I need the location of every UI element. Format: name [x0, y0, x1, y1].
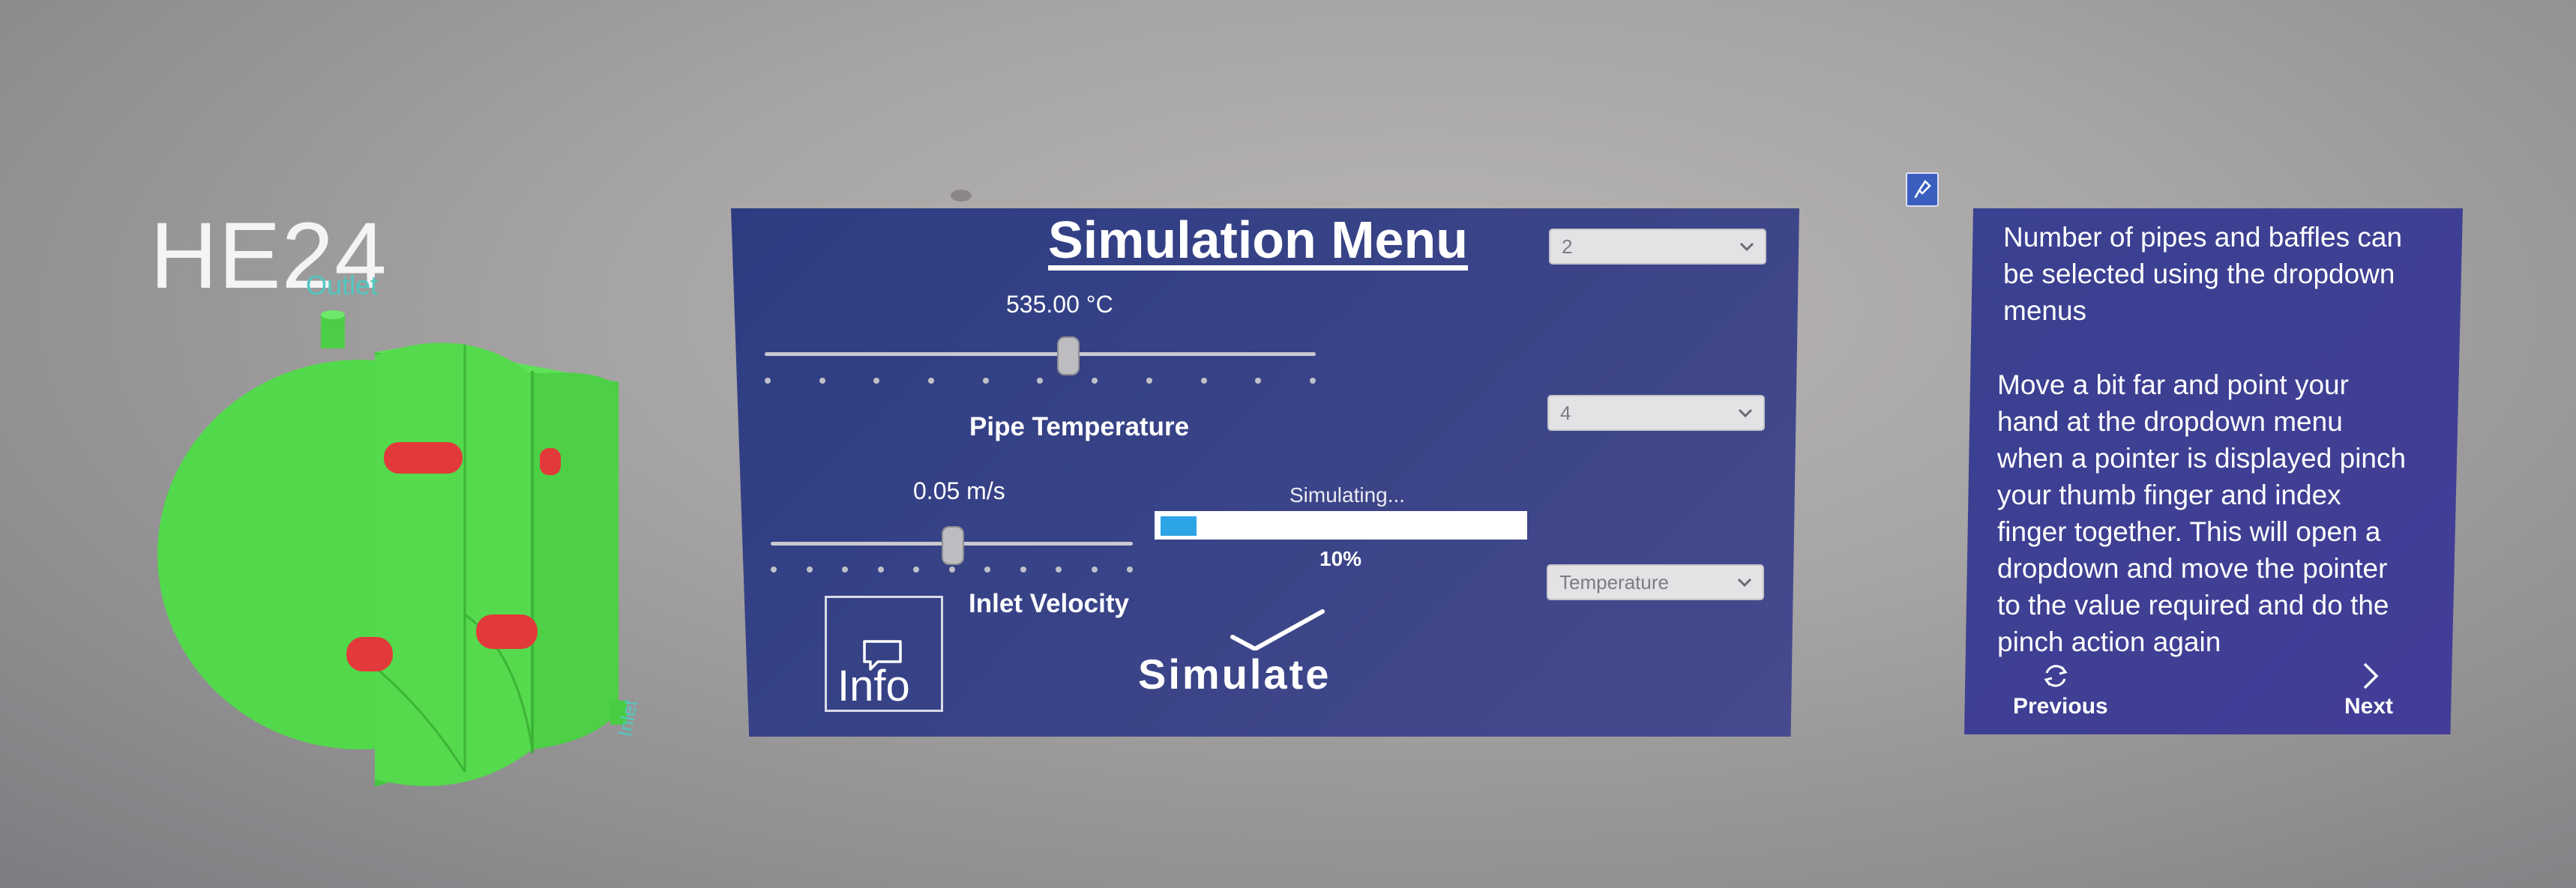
baffles-dropdown[interactable]: 4 [1547, 395, 1765, 431]
chevron-right-icon [2363, 662, 2379, 689]
chevron-down-icon [1738, 408, 1753, 418]
chevron-down-icon [1739, 242, 1754, 252]
refresh-icon [2044, 665, 2068, 687]
instruction-line: your thumb finger and index [1997, 480, 2341, 510]
output-dropdown[interactable]: Temperature [1547, 564, 1764, 600]
simulate-label: Simulate [1138, 650, 1331, 698]
pipe-temperature-slider-thumb[interactable] [1057, 336, 1080, 375]
pipe-temperature-slider[interactable] [765, 352, 1316, 356]
inlet-velocity-slider-thumb[interactable] [941, 526, 964, 565]
pin-button[interactable] [1906, 172, 1939, 207]
pipe [346, 637, 393, 671]
instruction-line: Move a bit far and point your [1997, 369, 2349, 400]
baffles-dropdown-value: 4 [1560, 401, 1571, 424]
instruction-line: to the value required and do the [1997, 590, 2389, 620]
instructions-paragraph-1: Number of pipes and baffles can be selec… [2003, 219, 2468, 329]
pipe-temperature-label: Pipe Temperature [969, 412, 1190, 441]
pipes-dropdown-value: 2 [1562, 235, 1573, 258]
outlet-nozzle [321, 315, 345, 348]
simulation-progress-fill [1161, 516, 1197, 536]
pipe [540, 448, 561, 475]
instruction-line: menus [2003, 295, 2087, 326]
simulation-progress-text: 10% [1319, 547, 1362, 570]
previous-button[interactable]: Previous [2009, 659, 2108, 721]
info-button[interactable]: Info [825, 596, 943, 712]
pin-icon [1914, 180, 1931, 199]
next-label: Next [2344, 694, 2394, 719]
instruction-line: Number of pipes and baffles can [2003, 222, 2403, 253]
inlet-velocity-ticks [771, 567, 1133, 573]
info-label: Info [837, 662, 910, 710]
instruction-line: hand at the dropdown menu [1997, 406, 2343, 437]
panel-handle[interactable] [951, 190, 972, 202]
pipes-dropdown[interactable]: 2 [1549, 229, 1766, 265]
instruction-line: dropdown and move the pointer [1997, 553, 2388, 584]
checkmark-icon [1230, 609, 1325, 650]
simulation-title: Simulation Menu [1048, 211, 1468, 269]
inlet-velocity-label: Inlet Velocity [969, 589, 1129, 618]
simulation-progress-bar [1155, 511, 1527, 540]
heat-exchanger-model[interactable] [112, 292, 652, 802]
instruction-line: when a pointer is displayed pinch [1997, 443, 2407, 474]
output-dropdown-value: Temperature [1559, 570, 1669, 593]
inlet-velocity-value: 0.05 m/s [913, 477, 1005, 504]
instruction-line: pinch action again [1997, 626, 2221, 657]
instructions-paragraph-2: Move a bit far and point your hand at th… [1997, 366, 2462, 660]
instruction-line: be selected using the dropdown [2003, 259, 2395, 289]
previous-label: Previous [2013, 694, 2108, 719]
next-button[interactable]: Next [2339, 659, 2399, 721]
pipe-temperature-value: 535.00 °C [1006, 291, 1113, 318]
instruction-line: finger together. This will open a [1997, 516, 2381, 547]
pipe [384, 442, 463, 474]
simulation-status: Simulating... [1289, 483, 1406, 507]
outlet-label: Outlet [306, 270, 379, 300]
pipe-temperature-ticks [765, 378, 1316, 384]
pipe [476, 614, 538, 649]
simulate-button[interactable]: Simulate [1132, 607, 1417, 708]
chevron-down-icon [1737, 578, 1752, 588]
